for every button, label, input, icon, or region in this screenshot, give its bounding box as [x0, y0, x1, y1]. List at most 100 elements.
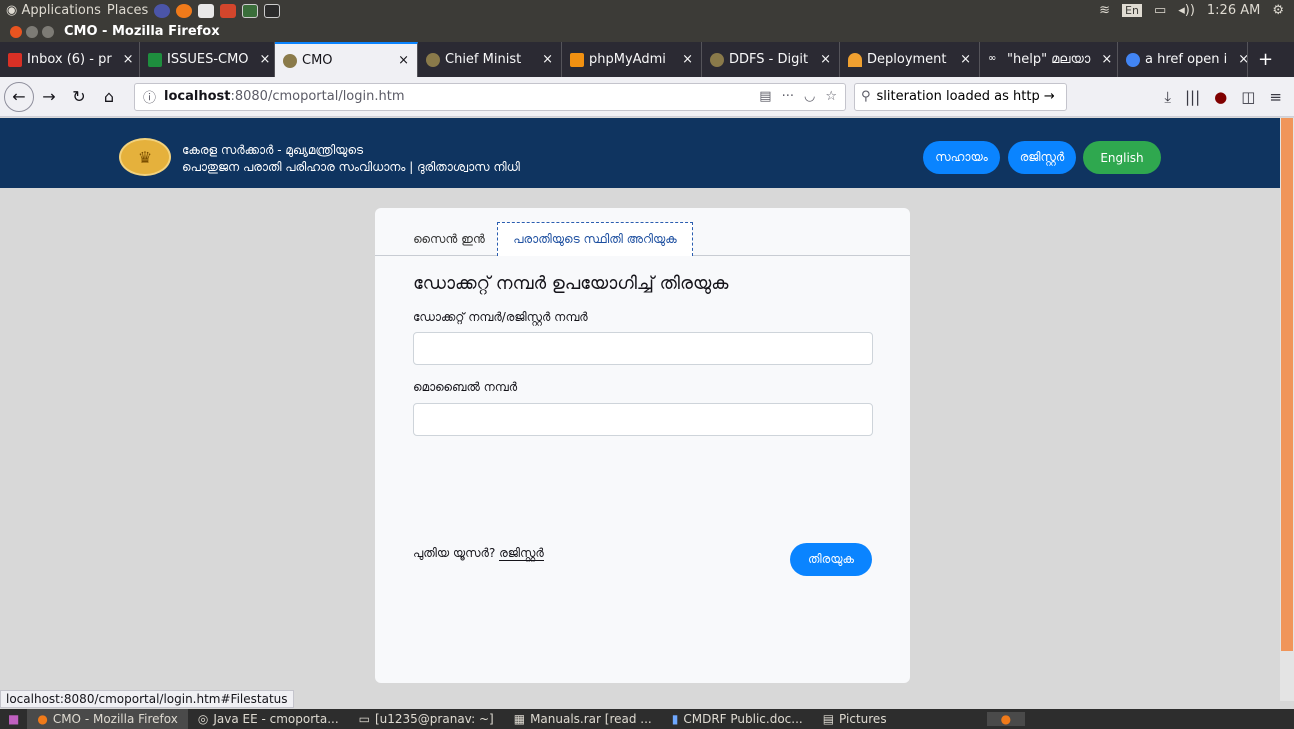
terminal-launcher-icon[interactable]: [264, 3, 281, 18]
help-button[interactable]: സഹായം: [923, 141, 1000, 174]
workspace-firefox-icon[interactable]: ●: [986, 712, 1026, 726]
close-tab-icon[interactable]: ×: [676, 52, 693, 67]
close-tab-icon[interactable]: ×: [536, 52, 553, 67]
firefox-launcher-icon[interactable]: [176, 3, 193, 18]
tab-phpmyadmin[interactable]: phpMyAdmi ×: [562, 42, 702, 77]
back-button[interactable]: ←: [4, 81, 34, 112]
tab-deployment[interactable]: Deployment ×: [840, 42, 980, 77]
task-label: Manuals.rar [read ...: [530, 712, 652, 726]
applications-menu[interactable]: ◉ Applications: [6, 3, 101, 18]
page-actions-icon[interactable]: ···: [782, 89, 794, 104]
archive-icon: ▦: [513, 712, 526, 726]
url-bar[interactable]: ⓘ localhost:8080/cmoportal/login.htm ▤ ·…: [134, 82, 846, 111]
ublock-icon[interactable]: ●: [1214, 88, 1227, 106]
tab-ddfs[interactable]: DDFS - Digit ×: [702, 42, 840, 77]
task-label: Java EE - cmoporta...: [213, 712, 339, 726]
library-icon[interactable]: |||: [1185, 88, 1200, 106]
close-tab-icon[interactable]: ×: [1095, 52, 1112, 67]
search-button[interactable]: തിരയുക: [790, 543, 872, 576]
register-link[interactable]: രജിസ്റ്റർ: [499, 546, 544, 561]
close-tab-icon[interactable]: ×: [814, 52, 831, 67]
task-pictures[interactable]: ▤ Pictures: [813, 709, 897, 729]
text-editor-icon[interactable]: [198, 3, 215, 18]
docket-number-input[interactable]: [413, 332, 873, 365]
terminal-icon: ▭: [358, 712, 370, 726]
power-icon[interactable]: ⚙: [1272, 3, 1284, 18]
tab-label: ISSUES-CMO: [167, 52, 249, 67]
show-desktop-icon[interactable]: ■: [0, 712, 27, 726]
close-window-icon[interactable]: [10, 25, 22, 38]
close-tab-icon[interactable]: ×: [392, 53, 409, 68]
register-button[interactable]: രജിസ്റ്റർ: [1008, 141, 1076, 174]
tab-a-href[interactable]: a href open i ×: [1118, 42, 1248, 77]
close-tab-icon[interactable]: ×: [954, 52, 971, 67]
downloads-icon[interactable]: ⤓: [1164, 88, 1171, 106]
new-tab-button[interactable]: +: [1248, 42, 1283, 77]
site-header: ♛ കേരള സർക്കാർ - മുഖ്യമന്ത്രിയുടെ പൊതുജന…: [0, 118, 1280, 188]
search-icon: ⚲: [861, 89, 871, 104]
info-icon[interactable]: ⓘ: [143, 87, 156, 106]
firefox-icon: ●: [37, 712, 48, 726]
task-eclipse[interactable]: ◎ Java EE - cmoporta...: [188, 709, 349, 729]
new-user-text: പുതിയ യൂസർ?: [413, 546, 496, 560]
mobile-number-input[interactable]: [413, 403, 873, 436]
deploy-icon: [848, 52, 862, 67]
search-bar[interactable]: ⚲ sliteration loaded as http →: [854, 82, 1067, 111]
window-title: CMO - Mozilla Firefox: [64, 24, 220, 39]
task-label: CMO - Mozilla Firefox: [52, 712, 178, 726]
google-icon: [1126, 52, 1140, 67]
maximize-window-icon[interactable]: [42, 25, 54, 38]
sidebar-icon[interactable]: ◫: [1241, 88, 1255, 106]
english-language-button[interactable]: English: [1083, 141, 1161, 174]
scrollbar-thumb[interactable]: [1281, 118, 1293, 651]
link-status-bar: localhost:8080/cmoportal/login.htm#Files…: [0, 690, 294, 708]
reader-view-icon[interactable]: ▤: [759, 89, 771, 104]
close-tab-icon[interactable]: ×: [1232, 52, 1247, 67]
tab-issues-cmo[interactable]: ISSUES-CMO ×: [140, 42, 275, 77]
tab-label: a href open i: [1145, 52, 1228, 67]
pocket-icon[interactable]: ◡: [804, 89, 815, 104]
tab-cmo[interactable]: CMO ×: [275, 42, 418, 77]
tab-help-malayalam[interactable]: ∞ "help" മലയാ ×: [980, 42, 1118, 77]
battery-icon[interactable]: ▭: [1154, 3, 1166, 18]
task-archive[interactable]: ▦ Manuals.rar [read ...: [504, 709, 662, 729]
task-document[interactable]: ▮ CMDRF Public.doc...: [662, 709, 813, 729]
mobile-number-label: മൊബൈൽ നമ്പർ: [413, 380, 518, 394]
tab-complaint-status[interactable]: പരാതിയുടെ സ്ഥിതി അറിയുക: [497, 222, 693, 256]
tab-chief-minister[interactable]: Chief Minist ×: [418, 42, 562, 77]
emblem-icon: [283, 53, 297, 68]
tab-inbox[interactable]: Inbox (6) - pr ×: [0, 42, 140, 77]
status-check-card: സൈൻ ഇൻ പരാതിയുടെ സ്ഥിതി അറിയുക ഡോക്കറ്റ്…: [375, 208, 910, 683]
web-page: ♛ കേരള സർക്കാർ - മുഖ്യമന്ത്രിയുടെ പൊതുജന…: [0, 118, 1294, 701]
task-label: CMDRF Public.doc...: [683, 712, 803, 726]
forward-button[interactable]: →: [34, 82, 64, 112]
clock[interactable]: 1:26 AM: [1207, 3, 1260, 18]
launcher-icon[interactable]: [154, 3, 171, 18]
search-bar-text: sliteration loaded as http →: [876, 89, 1055, 104]
system-monitor-icon[interactable]: [242, 3, 259, 18]
site-brand: കേരള സർക്കാർ - മുഖ്യമന്ത്രിയുടെ പൊതുജന പ…: [182, 142, 520, 176]
applications-label: Applications: [21, 3, 101, 18]
bookmark-star-icon[interactable]: ☆: [825, 89, 837, 104]
volume-icon[interactable]: ◂)): [1178, 3, 1195, 18]
close-tab-icon[interactable]: ×: [254, 52, 271, 67]
brand-line-1: കേരള സർക്കാർ - മുഖ്യമന്ത്രിയുടെ: [182, 143, 364, 157]
wifi-icon[interactable]: ≋: [1099, 3, 1110, 18]
minimize-window-icon[interactable]: [26, 25, 38, 38]
reload-button[interactable]: ↻: [64, 82, 94, 112]
hamburger-menu-icon[interactable]: ≡: [1269, 88, 1282, 106]
tab-label: DDFS - Digit: [729, 52, 809, 67]
tab-sign-in[interactable]: സൈൻ ഇൻ: [399, 222, 499, 256]
window-titlebar: CMO - Mozilla Firefox: [0, 21, 1294, 42]
places-menu[interactable]: Places: [107, 3, 148, 18]
image-viewer-icon[interactable]: [220, 3, 237, 18]
new-user-prompt: പുതിയ യൂസർ? രജിസ്റ്റർ: [413, 546, 544, 561]
task-terminal[interactable]: ▭ [u1235@pranav: ~]: [349, 709, 504, 729]
keyboard-layout-indicator[interactable]: En: [1122, 4, 1142, 17]
kerala-emblem-logo[interactable]: ♛: [119, 138, 171, 176]
close-tab-icon[interactable]: ×: [117, 52, 134, 67]
sheets-icon: [148, 52, 162, 67]
task-firefox[interactable]: ● CMO - Mozilla Firefox: [27, 709, 188, 729]
document-icon: ▮: [671, 712, 679, 726]
home-button[interactable]: ⌂: [94, 82, 124, 112]
